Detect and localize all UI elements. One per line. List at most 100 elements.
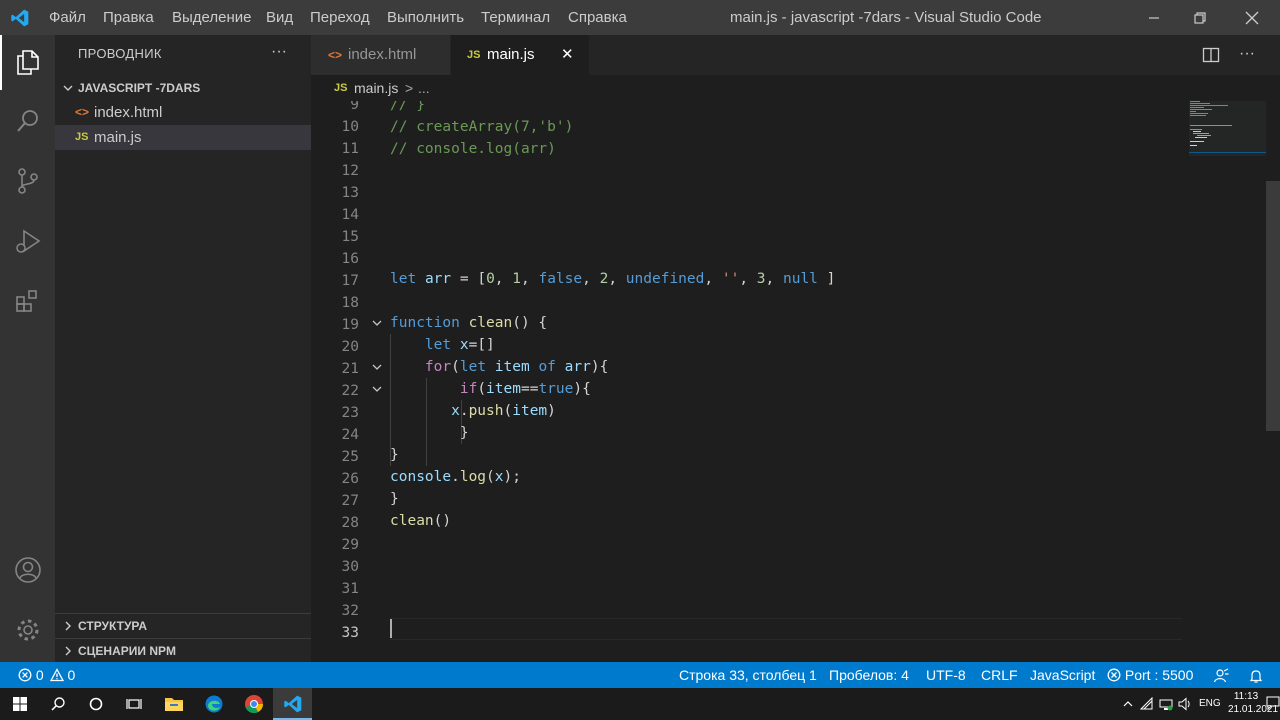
taskbar-search-button[interactable] xyxy=(38,688,78,720)
punct: , xyxy=(739,271,757,287)
code-line-19: function clean() { xyxy=(390,312,547,334)
menu-selection[interactable]: Выделение xyxy=(172,0,251,35)
source-control-button[interactable] xyxy=(0,157,55,205)
network-button[interactable] xyxy=(1159,698,1173,716)
punct: , xyxy=(704,271,722,287)
edge-taskbar-button[interactable] xyxy=(194,688,234,720)
volume-button[interactable] xyxy=(1178,697,1192,716)
punct: ( xyxy=(477,381,487,397)
file-explorer-taskbar-button[interactable] xyxy=(154,688,194,720)
cursor-position[interactable]: Строка 33, столбец 1 xyxy=(679,662,817,688)
search-icon xyxy=(51,697,65,711)
extensions-button[interactable] xyxy=(0,277,55,325)
fold-toggle[interactable] xyxy=(370,378,384,400)
task-view-button[interactable] xyxy=(114,688,154,720)
chrome-taskbar-button[interactable] xyxy=(234,688,274,720)
vertical-scrollbar[interactable] xyxy=(1266,101,1280,662)
code-line-10: // createArray(7,'b') xyxy=(390,119,574,135)
live-server-port[interactable]: Port : 5500 xyxy=(1107,662,1193,688)
feedback-button[interactable] xyxy=(1213,666,1229,684)
chevron-down-icon xyxy=(63,85,73,91)
minimize-icon xyxy=(1149,16,1159,19)
chevron-right-icon xyxy=(65,646,71,656)
sidebar-more-button[interactable]: ··· xyxy=(271,35,287,73)
extensions-icon xyxy=(15,290,37,312)
indentation-setting[interactable]: Пробелов: 4 xyxy=(829,662,909,688)
js-file-icon: JS xyxy=(467,49,481,61)
keyword-true: true xyxy=(538,381,574,397)
chevron-down-icon xyxy=(372,364,382,370)
code-line-11: // console.log(arr) xyxy=(390,141,556,157)
chrome-browser-icon xyxy=(245,695,263,714)
explorer-sidebar: ПРОВОДНИК ··· JAVASCRIPT -7DARS <> index… xyxy=(55,35,311,662)
keyword-of: of xyxy=(538,359,556,375)
fold-toggle[interactable] xyxy=(370,356,384,378)
punct: = [ xyxy=(451,271,487,287)
variable-item: item xyxy=(486,381,521,397)
eol-setting[interactable]: CRLF xyxy=(981,662,1018,688)
tab-close-button[interactable]: ✕ xyxy=(561,35,574,75)
minimap[interactable] xyxy=(1189,101,1266,662)
notifications-button[interactable] xyxy=(1248,666,1264,684)
split-editor-button[interactable] xyxy=(1201,45,1221,65)
fold-toggle[interactable] xyxy=(370,312,384,334)
action-center-button[interactable] xyxy=(1266,696,1280,715)
operator: == xyxy=(520,381,539,397)
run-debug-button[interactable] xyxy=(0,217,55,265)
search-button[interactable] xyxy=(0,97,55,145)
keyword-false: false xyxy=(538,271,583,287)
file-item-index-html[interactable]: <> index.html xyxy=(55,100,311,125)
manage-button[interactable] xyxy=(0,606,55,654)
breadcrumb-symbols[interactable]: ... xyxy=(418,75,430,101)
code-editor[interactable]: 9 10 11 12 13 14 15 16 17 18 19 20 21 22 23 24 25 26 27 28 2… xyxy=(311,101,1266,662)
error-icon xyxy=(18,668,32,682)
close-window-button[interactable] xyxy=(1229,0,1275,35)
tab-main-js[interactable]: JS main.js ✕ xyxy=(451,35,589,75)
line-number: 9 xyxy=(350,101,359,113)
task-view-icon xyxy=(126,699,142,709)
punct: , xyxy=(582,271,600,287)
clock[interactable]: 11:13 21.01.2021 xyxy=(1228,690,1278,718)
split-editor-icon xyxy=(1202,47,1220,63)
cortana-button[interactable] xyxy=(76,688,116,720)
editor-more-button[interactable]: ··· xyxy=(1239,35,1255,75)
tray-overflow-button[interactable] xyxy=(1122,697,1134,711)
explorer-button[interactable] xyxy=(0,38,55,86)
outline-section-header[interactable]: СТРУКТУРА xyxy=(55,613,311,637)
chevron-up-icon xyxy=(1123,701,1133,707)
restore-button[interactable] xyxy=(1177,0,1223,35)
title-bar: Файл Правка Выделение Вид Переход Выполн… xyxy=(0,0,1280,35)
menu-run[interactable]: Выполнить xyxy=(387,0,464,35)
minimize-button[interactable] xyxy=(1131,0,1177,35)
start-button[interactable] xyxy=(0,688,40,720)
punct: ){ xyxy=(573,381,591,397)
js-file-icon: JS xyxy=(334,82,348,94)
menu-edit[interactable]: Правка xyxy=(103,0,154,35)
tab-index-html[interactable]: <> index.html xyxy=(311,35,451,75)
line-number: 15 xyxy=(341,229,359,245)
line-number: 23 xyxy=(341,405,359,421)
menu-go[interactable]: Переход xyxy=(310,0,370,35)
code-line-26: console.log(x); xyxy=(390,466,521,488)
accounts-button[interactable] xyxy=(0,546,55,594)
scrollbar-thumb[interactable] xyxy=(1266,181,1280,431)
menu-file[interactable]: Файл xyxy=(49,0,86,35)
npm-scripts-section-header[interactable]: СЦЕНАРИИ NPM xyxy=(55,638,311,662)
line-number: 30 xyxy=(341,559,359,575)
punct: , xyxy=(608,271,626,287)
input-language[interactable]: ENG xyxy=(1199,688,1221,720)
language-mode[interactable]: JavaScript xyxy=(1030,662,1095,688)
folder-header[interactable]: JAVASCRIPT -7DARS xyxy=(55,76,311,100)
code-line-20: let x=[] xyxy=(390,334,495,356)
punct: , xyxy=(765,271,783,287)
folder-name: JAVASCRIPT -7DARS xyxy=(78,81,201,95)
breadcrumb-file[interactable]: main.js xyxy=(354,75,398,101)
menu-view[interactable]: Вид xyxy=(266,0,293,35)
menu-terminal[interactable]: Терминал xyxy=(481,0,550,35)
file-item-main-js[interactable]: JS main.js xyxy=(55,125,311,150)
encoding-setting[interactable]: UTF-8 xyxy=(926,662,966,688)
problems-indicator[interactable]: 0 0 xyxy=(18,662,75,688)
wifi-button[interactable] xyxy=(1139,696,1154,716)
vscode-taskbar-button[interactable] xyxy=(273,688,313,720)
variable-arr: arr xyxy=(424,271,452,287)
